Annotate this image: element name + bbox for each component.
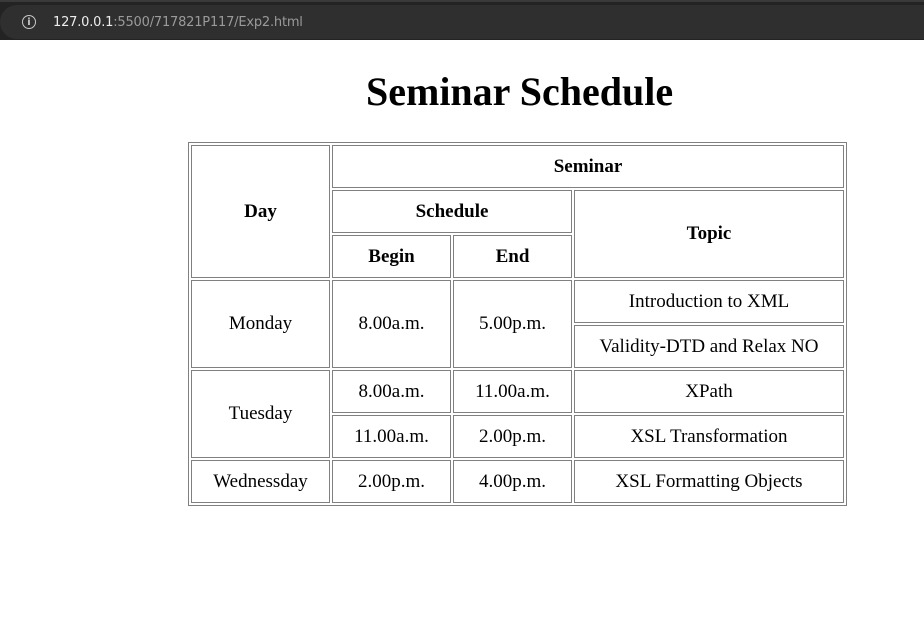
cell-topic: XPath bbox=[574, 370, 844, 413]
cell-end: 11.00a.m. bbox=[453, 370, 572, 413]
cell-day-monday: Monday bbox=[191, 280, 330, 368]
browser-toolbar: i 127.0.0.1:5500/717821P117/Exp2.html bbox=[0, 0, 924, 40]
address-bar[interactable]: i 127.0.0.1:5500/717821P117/Exp2.html bbox=[0, 5, 924, 39]
cell-end: 4.00p.m. bbox=[453, 460, 572, 503]
header-day: Day bbox=[191, 145, 330, 278]
cell-day-tuesday: Tuesday bbox=[191, 370, 330, 458]
info-icon[interactable]: i bbox=[22, 15, 36, 29]
header-seminar: Seminar bbox=[332, 145, 844, 188]
cell-end: 5.00p.m. bbox=[453, 280, 572, 368]
cell-day-wednesday: Wednessday bbox=[191, 460, 330, 503]
header-end: End bbox=[453, 235, 572, 278]
header-schedule: Schedule bbox=[332, 190, 572, 233]
url-host: 127.0.0.1 bbox=[53, 14, 114, 30]
seminar-schedule-table: Day Seminar Schedule Topic Begin End Mon… bbox=[188, 142, 847, 506]
url-text[interactable]: 127.0.0.1:5500/717821P117/Exp2.html bbox=[53, 15, 303, 30]
table-row: Monday 8.00a.m. 5.00p.m. Introduction to… bbox=[191, 280, 844, 368]
cell-begin: 11.00a.m. bbox=[332, 415, 451, 458]
cell-topic: XSL Formatting Objects bbox=[574, 460, 844, 503]
page-title: Seminar Schedule bbox=[366, 69, 674, 114]
cell-topic: XSL Transformation bbox=[574, 415, 844, 458]
cell-begin: 8.00a.m. bbox=[332, 280, 451, 368]
cell-topic: Validity-DTD and Relax NO bbox=[574, 325, 844, 368]
header-topic: Topic bbox=[574, 190, 844, 278]
url-path: :5500/717821P117/Exp2.html bbox=[113, 14, 303, 30]
cell-begin: 2.00p.m. bbox=[332, 460, 451, 503]
table-header-row: Day Seminar bbox=[191, 145, 844, 278]
cell-begin: 8.00a.m. bbox=[332, 370, 451, 413]
cell-end: 2.00p.m. bbox=[453, 415, 572, 458]
table-row: Wednessday 2.00p.m. 4.00p.m. XSL Formatt… bbox=[191, 460, 844, 503]
header-begin: Begin bbox=[332, 235, 451, 278]
cell-topic: Introduction to XML bbox=[574, 280, 844, 323]
table-row: Tuesday 8.00a.m. 11.00a.m. XPath bbox=[191, 370, 844, 458]
